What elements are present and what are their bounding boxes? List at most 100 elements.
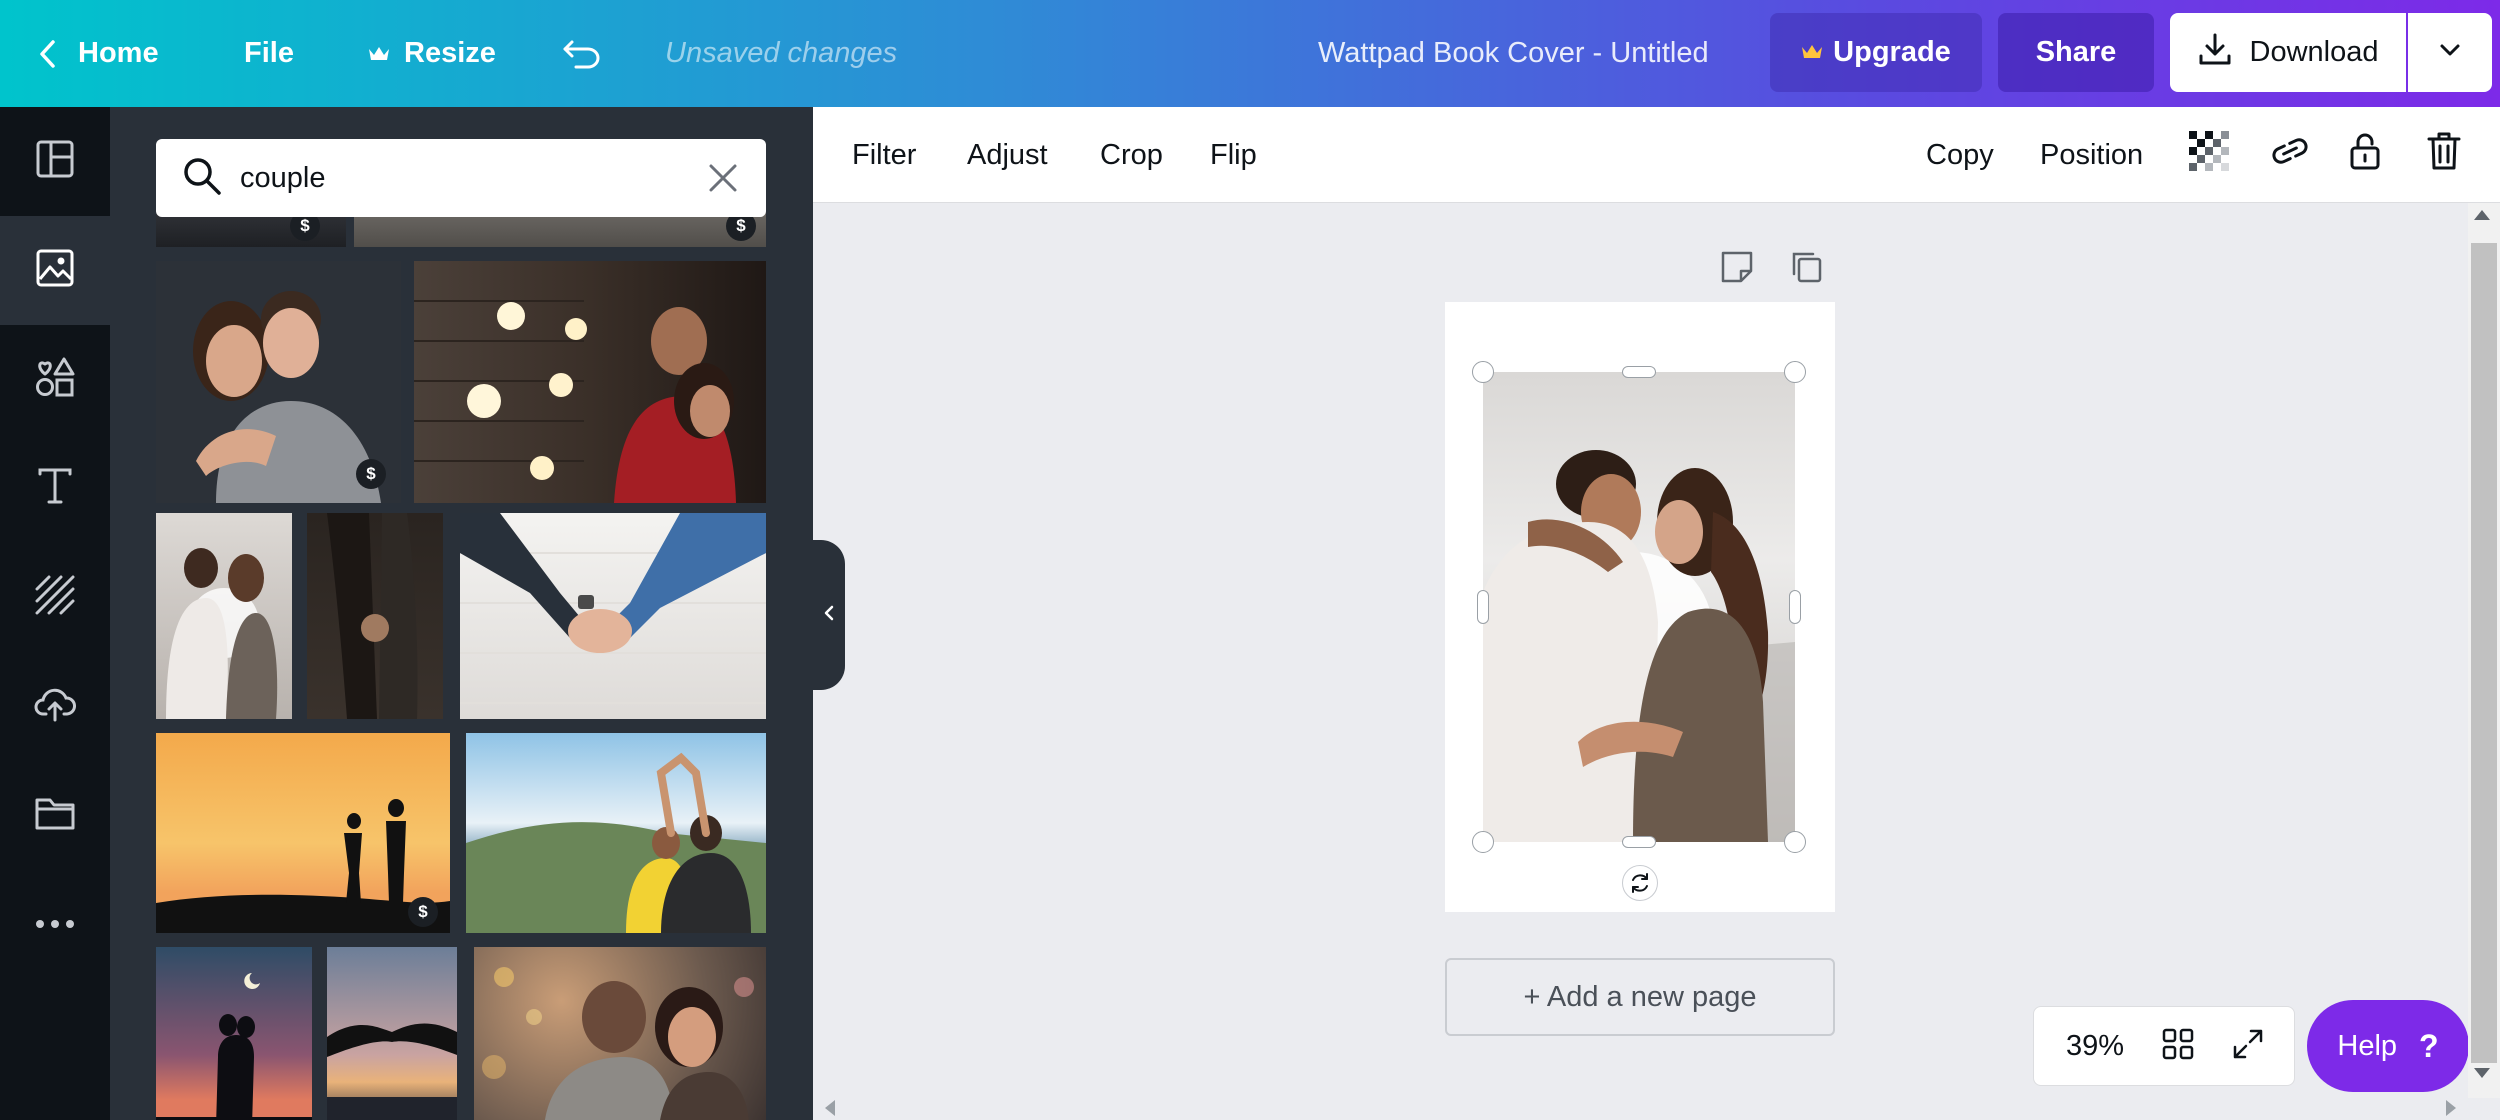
link-icon bbox=[2269, 136, 2311, 174]
photo-couple-smiling-hug[interactable]: $ bbox=[156, 261, 401, 503]
page-notes-icon[interactable] bbox=[1720, 250, 1754, 289]
top-bar: Home File Resize Unsaved changes Wattpad… bbox=[0, 0, 2500, 107]
position-button[interactable]: Position bbox=[2040, 107, 2143, 203]
design-page[interactable] bbox=[1445, 302, 1835, 912]
share-label: Share bbox=[2035, 36, 2117, 68]
copy-button[interactable]: Copy bbox=[1926, 107, 1994, 203]
file-label: File bbox=[244, 37, 294, 69]
download-icon bbox=[2198, 32, 2232, 74]
rotate-icon[interactable] bbox=[1622, 865, 1658, 901]
background-icon bbox=[35, 575, 75, 620]
photo-hands-holding-brick[interactable] bbox=[460, 513, 766, 719]
photo-silhouette-moon-kiss[interactable] bbox=[156, 947, 312, 1120]
resize-handle-top-left[interactable] bbox=[1472, 361, 1494, 383]
folder-icon bbox=[35, 796, 75, 835]
help-label: Help bbox=[2337, 1029, 2398, 1062]
download-options-button[interactable] bbox=[2408, 13, 2492, 92]
scroll-up-arrow-icon[interactable] bbox=[2474, 210, 2490, 220]
crown-icon bbox=[368, 45, 390, 63]
search-input[interactable]: couple bbox=[240, 162, 325, 195]
vertical-scrollbar-thumb[interactable] bbox=[2471, 243, 2497, 1063]
help-button[interactable]: Help ? bbox=[2307, 1000, 2469, 1092]
scroll-right-arrow-icon[interactable] bbox=[2446, 1100, 2456, 1116]
resize-handle-top-right[interactable] bbox=[1784, 361, 1806, 383]
filter-button[interactable]: Filter bbox=[852, 107, 916, 203]
photos-panel: couple $ $ $ $ bbox=[110, 107, 813, 1120]
photo-couple-dark-hands[interactable] bbox=[307, 513, 443, 719]
add-page-label: + Add a new page bbox=[1523, 980, 1757, 1013]
photos-icon bbox=[36, 249, 74, 292]
rail-elements[interactable] bbox=[0, 325, 110, 434]
rail-uploads[interactable] bbox=[0, 652, 110, 761]
photo-couple-bulbs-night[interactable] bbox=[414, 261, 766, 503]
download-button[interactable]: Download bbox=[2170, 13, 2406, 92]
clear-search-icon[interactable] bbox=[708, 163, 738, 198]
photo-silhouette-beach-hands[interactable] bbox=[327, 947, 457, 1120]
grid-view-icon[interactable] bbox=[2162, 1028, 2194, 1065]
position-label: Position bbox=[2040, 138, 2144, 171]
more-icon bbox=[35, 916, 75, 934]
resize-handle-top[interactable] bbox=[1622, 366, 1656, 378]
chevron-down-icon bbox=[2439, 43, 2461, 62]
cloud-upload-icon bbox=[34, 686, 76, 727]
crown-icon bbox=[1801, 36, 1823, 69]
adjust-button[interactable]: Adjust bbox=[967, 107, 1048, 203]
lock-button[interactable] bbox=[2349, 107, 2381, 203]
premium-badge: $ bbox=[408, 897, 438, 927]
rail-photos[interactable] bbox=[0, 216, 110, 325]
file-menu-button[interactable]: File bbox=[244, 0, 294, 107]
flip-button[interactable]: Flip bbox=[1210, 107, 1257, 203]
elements-icon bbox=[35, 357, 75, 402]
scroll-down-arrow-icon[interactable] bbox=[2474, 1068, 2490, 1078]
undo-button[interactable] bbox=[562, 0, 602, 107]
upgrade-label: Upgrade bbox=[1833, 36, 1951, 68]
rail-folders[interactable] bbox=[0, 761, 110, 870]
upgrade-button[interactable]: Upgrade bbox=[1770, 13, 1982, 92]
transparency-button[interactable] bbox=[2189, 107, 2229, 203]
duplicate-page-icon[interactable] bbox=[1790, 250, 1824, 289]
home-label: Home bbox=[78, 37, 159, 69]
chevron-left-icon bbox=[823, 604, 835, 627]
text-icon bbox=[37, 467, 73, 510]
context-toolbar: Filter Adjust Crop Flip Copy Position bbox=[813, 107, 2500, 203]
crop-label: Crop bbox=[1100, 138, 1163, 171]
adjust-label: Adjust bbox=[967, 138, 1048, 171]
zoom-level[interactable]: 39% bbox=[2066, 1030, 2124, 1063]
search-box[interactable]: couple bbox=[156, 139, 766, 217]
link-button[interactable] bbox=[2269, 107, 2311, 203]
filter-label: Filter bbox=[852, 138, 917, 171]
lock-icon bbox=[2349, 131, 2381, 179]
document-title[interactable]: Wattpad Book Cover - Untitled bbox=[1318, 0, 1709, 107]
resize-handle-bottom[interactable] bbox=[1622, 836, 1656, 848]
photo-couple-bokeh-laugh[interactable] bbox=[474, 947, 766, 1120]
resize-handle-left[interactable] bbox=[1477, 590, 1489, 624]
collapse-panel-button[interactable] bbox=[813, 540, 845, 690]
rail-more[interactable] bbox=[0, 870, 110, 979]
scroll-left-arrow-icon[interactable] bbox=[825, 1100, 835, 1116]
resize-handle-bottom-left[interactable] bbox=[1472, 831, 1494, 853]
undo-icon bbox=[562, 38, 602, 70]
help-question-icon: ? bbox=[2419, 1027, 2439, 1064]
add-page-button[interactable]: + Add a new page bbox=[1445, 958, 1835, 1036]
delete-button[interactable] bbox=[2427, 107, 2461, 203]
templates-icon bbox=[36, 140, 74, 183]
rail-templates[interactable] bbox=[0, 107, 110, 216]
premium-badge: $ bbox=[356, 459, 386, 489]
transparency-icon bbox=[2189, 131, 2229, 179]
chevron-left-icon bbox=[38, 39, 56, 69]
share-button[interactable]: Share bbox=[1998, 13, 2154, 92]
crop-button[interactable]: Crop bbox=[1100, 107, 1163, 203]
download-label: Download bbox=[2249, 36, 2379, 68]
resize-handle-right[interactable] bbox=[1789, 590, 1801, 624]
horizontal-scrollbar[interactable] bbox=[813, 1098, 2468, 1120]
rail-text[interactable] bbox=[0, 434, 110, 543]
rail-background[interactable] bbox=[0, 543, 110, 652]
resize-handle-bottom-right[interactable] bbox=[1784, 831, 1806, 853]
resize-button[interactable]: Resize bbox=[368, 0, 496, 107]
photo-silhouette-sunset[interactable]: $ bbox=[156, 733, 450, 933]
selected-photo[interactable] bbox=[1483, 372, 1795, 842]
photo-couple-heart-hands-lake[interactable] bbox=[466, 733, 766, 933]
home-button[interactable]: Home bbox=[38, 0, 159, 107]
photo-couple-sunlit-kiss[interactable] bbox=[156, 513, 292, 719]
fullscreen-icon[interactable] bbox=[2232, 1028, 2264, 1065]
